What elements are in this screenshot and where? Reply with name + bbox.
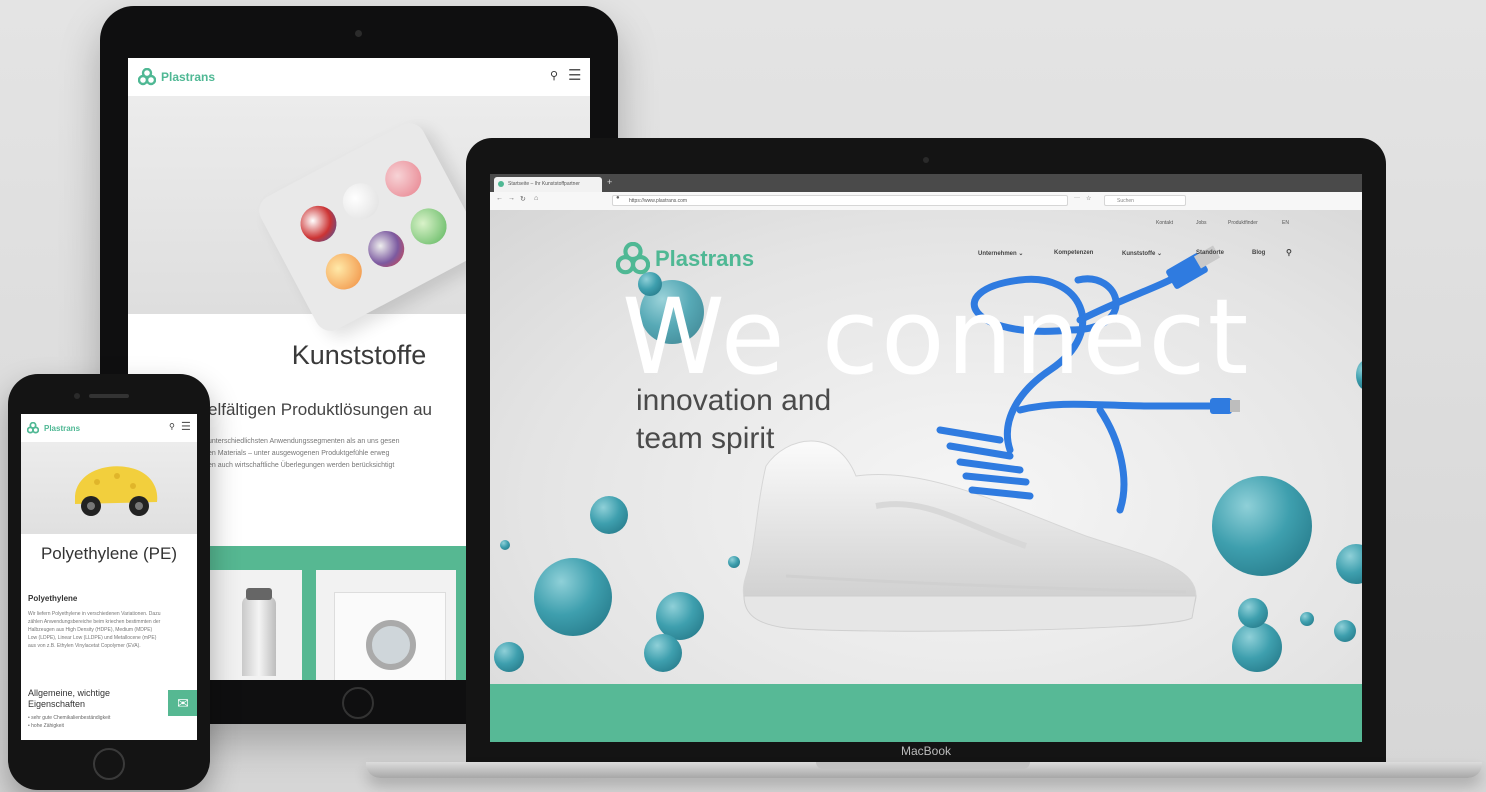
utility-link-language[interactable]: EN [1282,220,1289,226]
bookmark-icon[interactable]: ☆ [1086,195,1091,202]
decor-bubble [1334,620,1356,642]
decor-bubble [1238,598,1268,628]
phone-body-line: Halbzeugen aus High Density (HDPE), Medi… [28,627,153,633]
tablet-home-button[interactable] [342,687,374,719]
favicon-icon [498,181,504,187]
decor-bubble [1356,360,1362,390]
phone-hero-image [21,442,197,534]
phone-body-line: aus von z.B. Ethylen Vinylacetat Copolym… [28,643,141,649]
search-icon[interactable]: ⚲ [1286,248,1292,257]
phone-body-text: Wir liefern Polyethylene in verschiedene… [28,610,188,650]
decor-bubble [1336,544,1362,584]
phone-brand-name: Plastrans [44,423,81,433]
site-brand-name: Plastrans [655,246,755,271]
phone-speaker [89,394,129,398]
list-item: • hohe Zähigkeit [28,723,64,729]
green-section-band [490,684,1362,742]
decor-bubble [1300,612,1314,626]
back-icon[interactable]: ← [496,195,503,202]
phone-page-title: Polyethylene (PE) [40,544,178,563]
lock-icon: ● [616,195,620,201]
utility-link-jobs[interactable]: Jobs [1196,220,1207,226]
phone-camera [74,393,80,399]
utility-link-kontakt[interactable]: Kontakt [1156,220,1173,226]
laptop-brand-label: MacBook [900,744,952,758]
forward-icon[interactable]: → [508,195,515,202]
decor-bubble [590,496,628,534]
hero-tagline: innovation and team spirit [636,382,831,458]
tablet-brand-name: Plastrans [161,70,216,84]
product-tile[interactable] [316,570,456,680]
phone-site-header: Plastrans ⚲ ☰ [21,414,197,443]
menu-icon[interactable]: ☰ [181,420,191,433]
laptop-screen: Startseite – Ihr Kunststoffpartner + ← →… [490,174,1362,742]
decor-bubble [534,558,612,636]
toy-car-image [75,466,158,516]
search-icon[interactable]: ⚲ [169,422,175,431]
nav-standorte[interactable]: Standorte [1196,250,1224,256]
phone-property-list: • sehr gute Chemikalienbeständigkeit • h… [28,714,110,730]
utility-link-produktfinder[interactable]: Produktfinder [1228,220,1258,226]
plastrans-logo-icon [138,68,156,86]
tablet-logo[interactable]: Plastrans [138,68,215,86]
phone-device: Plastrans ⚲ ☰ Polyethylene (PE) Polyethy… [8,374,210,790]
nav-kunststoffe[interactable]: Kunststoffe ⌄ [1122,250,1162,257]
mail-icon[interactable]: ✉ [168,690,197,716]
phone-subheading: Allgemeine, wichtige Eigenschaften [28,688,111,709]
phone-home-button[interactable] [93,748,125,780]
laptop-device: Startseite – Ihr Kunststoffpartner + ← →… [466,138,1386,766]
tablet-site-header: Plastrans ⚲ ☰ [128,58,590,97]
decor-bubble [1232,622,1282,672]
phone-body-line: zählen Anwendungsbereiche beim kriechen … [28,619,161,625]
browser-toolbar: ← → ↻ ⌂ https://www.plastrans.com ● ··· … [490,192,1362,211]
browser-search-field[interactable]: Suchen [1104,195,1186,206]
phone-logo[interactable]: Plastrans [27,422,80,434]
sample-tray [253,117,487,337]
phone-body-line: Low (LDPE), Linear Low (LLDPE) und Metal… [28,635,157,641]
decor-bubble [644,634,682,672]
search-icon[interactable]: ⚲ [550,69,558,82]
new-tab-icon[interactable]: + [607,177,612,187]
decor-bubble [656,592,704,640]
laptop-hinge-notch [816,762,1030,769]
home-icon[interactable]: ⌂ [534,195,538,202]
address-bar[interactable]: https://www.plastrans.com [612,195,1068,206]
hero-tagline-line: innovation and [636,384,832,417]
nav-unternehmen[interactable]: Unternehmen ⌄ [978,250,1023,257]
plastrans-logo-icon [27,422,39,434]
site-logo[interactable]: Plastrans [616,242,754,276]
laptop-camera [923,157,929,163]
browser-tab[interactable]: Startseite – Ihr Kunststoffpartner [494,177,602,192]
phone-screen: Plastrans ⚲ ☰ Polyethylene (PE) Polyethy… [21,414,197,740]
list-item: • sehr gute Chemikalienbeständigkeit [28,715,111,721]
reload-icon[interactable]: ↻ [520,195,526,203]
decor-bubble [500,540,510,550]
decor-bubble [494,642,524,672]
nav-blog[interactable]: Blog [1252,250,1265,256]
tablet-camera [355,30,362,37]
page-actions-icon[interactable]: ··· [1074,195,1080,201]
browser-tab-bar: Startseite – Ihr Kunststoffpartner + [490,174,1362,192]
phone-body-line: Wir liefern Polyethylene in verschiedene… [28,611,161,617]
website-viewport: Kontakt Jobs Produktfinder EN Plastrans … [490,210,1362,742]
hero-title: We connect [622,276,1251,398]
hero-tagline-line: team spirit [636,422,775,455]
phone-section-heading: Polyethylene [28,594,78,603]
nav-kompetenzen[interactable]: Kompetenzen [1054,250,1093,256]
menu-icon[interactable]: ☰ [568,66,581,84]
plastrans-logo-icon [616,242,650,275]
